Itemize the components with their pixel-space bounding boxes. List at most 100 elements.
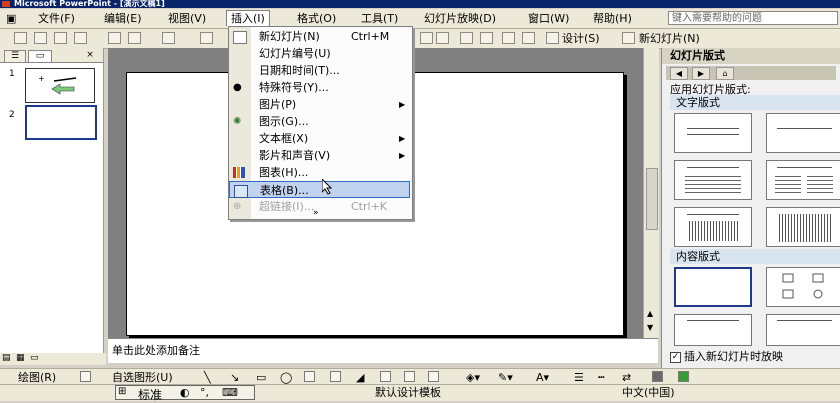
normal-view-icon[interactable]: ▤ [2,353,11,363]
menu-insert[interactable]: 插入(I) [226,10,270,26]
decrease-indent-icon[interactable] [502,32,515,44]
chart-icon[interactable] [200,32,213,44]
menu-item-slide-number[interactable]: 幻灯片编号(U) [229,45,410,62]
fill-color-icon[interactable]: ◈▾ [466,371,480,384]
menu-slideshow[interactable]: 幻灯片放映(D) [420,11,500,26]
save-icon[interactable] [54,32,67,44]
3d-icon[interactable] [678,371,689,382]
layout-blank[interactable] [674,267,752,307]
window-title: Microsoft PowerPoint - [演示文稿1] [14,0,165,8]
back-icon[interactable]: ◀ [670,67,688,80]
layout-vertical-text[interactable] [674,207,752,247]
notes-pane[interactable]: 单击此处添加备注 [108,338,658,363]
close-pane-icon[interactable]: × [84,50,96,61]
line-icon[interactable]: ╲ [204,371,211,384]
wordart-icon[interactable] [330,371,341,382]
copy-icon[interactable] [108,32,121,44]
menu-item-diagram[interactable]: ✺ 图示(G)... [229,113,410,130]
punctuation-icon[interactable]: °, [200,386,209,399]
soft-keyboard-icon[interactable]: ⌨ [222,386,238,399]
layout-title-content[interactable] [674,314,752,346]
layout-vertical-title-text[interactable] [766,207,840,247]
sorter-view-icon[interactable]: ▦ [16,353,25,363]
draw-menu-button[interactable]: 绘图(R) [18,371,56,384]
menu-file[interactable]: 文件(F) [34,11,79,26]
numbering-icon[interactable] [460,32,473,44]
slide-thumbnail-2[interactable] [25,105,97,140]
menu-item-movies-sounds[interactable]: 影片和声音(V) ▶ [229,147,410,164]
menu-item-new-slide[interactable]: 新幻灯片(N) Ctrl+M [229,28,410,45]
new-icon[interactable] [14,32,27,44]
menu-item-textbox[interactable]: 文本框(X) ▶ [229,130,410,147]
font-color-icon[interactable] [420,32,433,44]
autoshapes-button[interactable]: 自选图形(U) [112,371,173,384]
menu-item-special-symbol[interactable]: ● 特殊符号(Y)... [229,79,410,96]
menu-format[interactable]: 格式(O) [293,11,340,26]
textbox-icon[interactable] [304,371,315,382]
arrow-icon[interactable]: ↘ [230,371,239,384]
menu-view[interactable]: 视图(V) [164,11,210,26]
menu-bar: ▣ 文件(F) 编辑(E) 视图(V) 插入(I) 格式(O) 工具(T) 幻灯… [0,9,840,29]
dash-style-icon[interactable]: ┅ [598,371,605,384]
menu-tools[interactable]: 工具(T) [357,11,402,26]
ime-mode-label[interactable]: 标准 [138,386,162,403]
rectangle-icon[interactable]: ▭ [256,371,266,384]
menu-edit[interactable]: 编辑(E) [100,11,146,26]
arrow-style-icon[interactable]: ⇄ [622,371,631,384]
oval-icon[interactable]: ◯ [280,371,292,384]
layout-content[interactable] [766,267,840,307]
slide-thumbnail-1[interactable]: + [25,68,95,103]
home-icon[interactable]: ⌂ [716,67,734,80]
half-width-icon[interactable]: ◐ [180,386,190,399]
scroll-prev-slide-icon[interactable]: ▲ [647,309,653,318]
decrease-font-icon[interactable] [436,32,449,44]
diagram-icon[interactable]: ◢ [356,371,364,384]
ime-toolbar[interactable]: ⊞ 标准 ◐ °, ⌨ [115,385,255,403]
slide-layout-task-pane: 幻灯片版式 ◀ ▶ ⌂ 应用幻灯片版式: 文字版式 内容版式 ✓ 插入新幻灯片时… [661,48,840,368]
help-search-input[interactable]: 键入需要帮助的问题 [668,11,838,25]
layout-title-only[interactable] [674,113,752,153]
menu-expand-icon[interactable]: » [229,207,410,219]
text-layouts-header: 文字版式 [670,95,840,110]
slideshow-view-icon[interactable]: ▭ [30,353,39,363]
menu-app-icon[interactable]: ▣ [2,11,20,26]
new-slide-icon [622,32,635,44]
shadow-icon[interactable] [652,371,663,382]
line-style-icon[interactable]: ☰ [574,371,584,384]
menu-item-table[interactable]: 表格(B)... [229,181,410,198]
arrow-shape-icon: + [38,74,77,95]
paste-icon[interactable] [128,32,141,44]
design-button[interactable]: 设计(S) [562,32,600,46]
open-icon[interactable] [34,32,47,44]
scroll-next-slide-icon[interactable]: ▼ [647,323,653,332]
submenu-arrow-icon: ▶ [399,100,406,109]
picture-icon[interactable] [404,371,415,382]
layout-two-column-text[interactable] [766,160,840,200]
layout-title-text[interactable] [674,160,752,200]
select-objects-icon[interactable] [80,371,91,382]
print-icon[interactable] [74,32,87,44]
font-color-icon[interactable]: A▾ [536,371,549,384]
new-slide-button[interactable]: 新幻灯片(N) [639,32,700,46]
menu-help[interactable]: 帮助(H) [589,11,636,26]
undo-icon[interactable] [162,32,175,44]
layout-title-slide[interactable] [766,113,840,153]
clipart-icon[interactable] [380,371,391,382]
vertical-scrollbar[interactable]: ▲ ▼ [643,48,659,338]
menu-item-date-time[interactable]: 日期和时间(T)... [229,62,410,79]
insert-picture-icon[interactable] [428,371,439,382]
menu-window[interactable]: 窗口(W) [524,11,573,26]
menu-item-chart[interactable]: 图表(H)... [229,164,410,181]
checkbox-icon[interactable]: ✓ [670,351,681,363]
ime-logo-icon[interactable]: ⊞ [118,386,126,397]
scroll-thumb[interactable] [646,168,658,230]
forward-icon[interactable]: ▶ [692,67,710,80]
content-layouts-header: 内容版式 [670,249,840,264]
bullets-icon[interactable] [480,32,493,44]
line-color-icon[interactable]: ✎▾ [498,371,513,384]
content-placeholder-icon [782,273,824,299]
menu-item-picture[interactable]: 图片(P) ▶ [229,96,410,113]
show-on-insert-checkbox[interactable]: ✓ 插入新幻灯片时放映 [670,348,783,364]
increase-indent-icon[interactable] [522,32,535,44]
layout-two-content[interactable] [766,314,840,346]
